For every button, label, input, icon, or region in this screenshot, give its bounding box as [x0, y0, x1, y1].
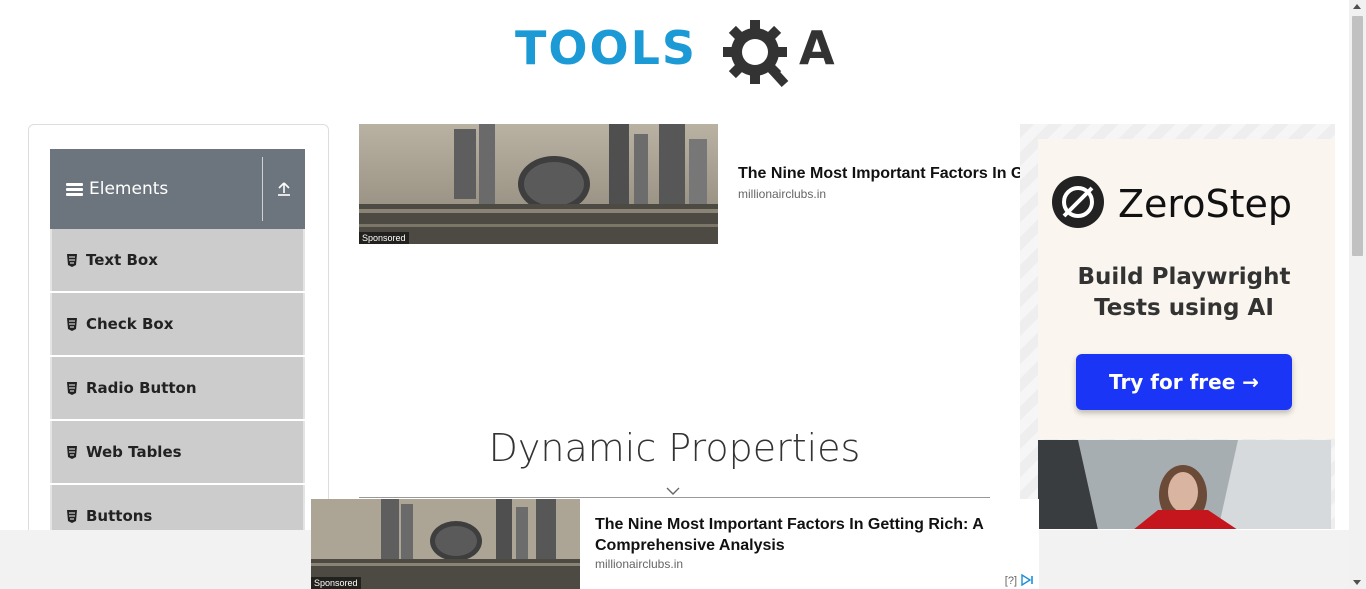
html5-file-icon — [67, 445, 77, 459]
menu-item-check-box[interactable]: Check Box — [50, 293, 305, 355]
menu-item-text-box[interactable]: Text Box — [50, 229, 305, 291]
menu-item-label: Text Box — [86, 251, 158, 269]
page: TOOLS A Elements Text Box Check Box Radi… — [0, 0, 1366, 589]
sponsored-label: Sponsored — [359, 232, 409, 244]
menu-item-label: Radio Button — [86, 379, 197, 397]
ad-source[interactable]: millionairclubs.in — [738, 187, 826, 201]
gear-icon — [723, 20, 789, 88]
page-title: Dynamic Properties — [488, 426, 861, 470]
menu-item-label: Buttons — [86, 507, 153, 525]
menu-item-radio-button[interactable]: Radio Button — [50, 357, 305, 419]
chevron-down-icon — [666, 487, 680, 495]
menu-item-label: Check Box — [86, 315, 174, 333]
elements-group-header[interactable]: Elements — [50, 149, 305, 229]
ad-info-link[interactable]: [?] — [1005, 575, 1017, 587]
title-divider — [359, 497, 990, 498]
ad-brand-name: ZeroStep — [1118, 182, 1292, 226]
scroll-thumb[interactable] — [1352, 16, 1363, 256]
group-title: Elements — [89, 179, 169, 199]
html5-file-icon — [67, 381, 77, 395]
scroll-up-arrow-icon[interactable] — [1353, 4, 1361, 9]
page-scrollbar[interactable] — [1349, 0, 1366, 589]
html5-file-icon — [67, 509, 77, 523]
sponsored-label: Sponsored — [311, 577, 361, 589]
elements-menu-list: Text Box Check Box Radio Button Web Tabl… — [50, 229, 305, 549]
zerostep-logo-icon — [1052, 176, 1104, 228]
try-for-free-button[interactable]: Try for free → — [1076, 354, 1292, 410]
ad-headline[interactable]: The Nine Most Important Factors In Getti… — [738, 165, 1028, 183]
adchoices-icon[interactable] — [1020, 574, 1036, 586]
ad-photo[interactable] — [1038, 440, 1331, 529]
logo-tools-text: TOOLS — [515, 21, 697, 75]
sponsored-ad-bottom[interactable]: Sponsored The Nine Most Important Factor… — [311, 499, 1039, 589]
html5-file-icon — [67, 253, 77, 267]
logo-a-text: A — [799, 21, 837, 75]
toolsqa-logo[interactable]: TOOLS A — [515, 14, 840, 92]
ad-source[interactable]: millionairclubs.in — [595, 557, 683, 571]
hamburger-icon — [66, 182, 84, 196]
menu-item-label: Web Tables — [86, 443, 182, 461]
scroll-down-arrow-icon[interactable] — [1353, 580, 1361, 585]
collapse-upload-icon[interactable] — [263, 149, 305, 229]
ad-thumbnail-image[interactable]: Sponsored — [311, 499, 580, 589]
ad-headline[interactable]: The Nine Most Important Factors In Getti… — [595, 514, 1015, 556]
ad-tagline: Build Playwright Tests using AI — [1077, 264, 1291, 321]
menu-item-web-tables[interactable]: Web Tables — [50, 421, 305, 483]
html5-file-icon — [67, 317, 77, 331]
sponsored-ad-top[interactable]: Sponsored The Nine Most Important Factor… — [359, 124, 1039, 244]
zerostep-ad[interactable]: ZeroStep Build Playwright Tests using AI… — [1020, 124, 1335, 529]
ad-thumbnail-image[interactable]: Sponsored — [359, 124, 718, 244]
